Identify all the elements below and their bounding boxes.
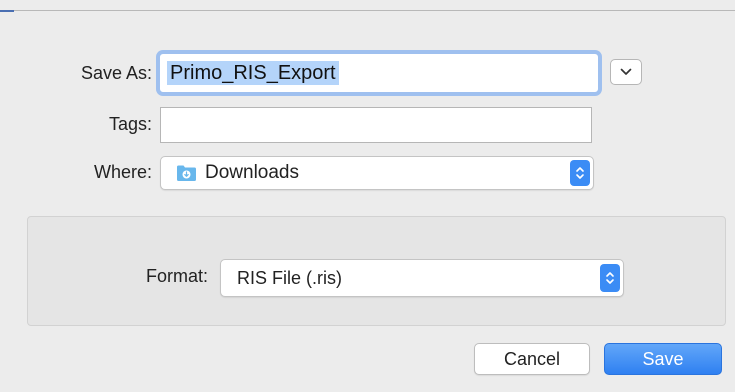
save-as-label: Save As: [80,63,152,83]
downloads-folder-icon [177,165,196,181]
where-select[interactable]: Downloads [160,156,594,190]
format-select[interactable]: RIS File (.ris) [220,259,624,297]
expand-dialog-button[interactable] [610,59,642,85]
chevron-down-icon [620,68,632,75]
save-as-value[interactable]: Primo_RIS_Export [167,61,339,85]
format-label: Format: [145,266,208,286]
window-corner-accent [0,0,14,12]
cancel-button[interactable]: Cancel [474,343,590,375]
up-down-stepper-icon [606,272,614,284]
window-top-border [0,0,735,11]
up-down-stepper-icon [576,167,584,179]
where-stepper[interactable] [570,160,590,186]
format-stepper[interactable] [600,264,620,292]
where-label: Where: [93,162,152,182]
save-button[interactable]: Save [604,343,722,375]
where-value: Downloads [205,162,299,183]
tags-field[interactable] [160,107,592,143]
tags-label: Tags: [108,114,152,134]
save-as-field[interactable]: Primo_RIS_Export [159,53,599,93]
format-value: RIS File (.ris) [237,268,342,288]
